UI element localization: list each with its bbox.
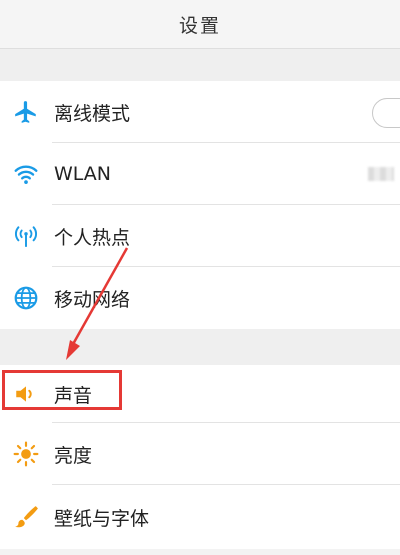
settings-item-label: 移动网络	[54, 288, 131, 311]
settings-item-airplane-mode[interactable]: 离线模式	[0, 81, 400, 143]
hotspot-icon	[0, 205, 52, 267]
settings-item-wlan[interactable]: WLAN	[0, 143, 400, 205]
settings-item-label: 壁纸与字体	[54, 507, 150, 530]
settings-item-brightness[interactable]: 亮度	[0, 423, 400, 485]
settings-item-wallpaper-font[interactable]: 壁纸与字体	[0, 485, 400, 549]
sun-icon	[0, 423, 52, 485]
brush-icon	[0, 485, 52, 549]
settings-item-hotspot[interactable]: 个人热点	[0, 205, 400, 267]
wlan-status-redacted	[368, 167, 394, 181]
wifi-icon	[0, 143, 52, 205]
page-title: 设置	[178, 14, 221, 37]
section-gap	[0, 329, 400, 365]
airplane-mode-toggle[interactable]	[372, 98, 400, 128]
settings-item-label: WLAN	[54, 163, 112, 185]
highlight-box-sound	[2, 370, 122, 410]
section-gap	[0, 49, 400, 81]
settings-item-label: 个人热点	[54, 226, 131, 249]
settings-item-label: 离线模式	[54, 102, 131, 125]
airplane-icon	[0, 81, 52, 143]
settings-item-mobile-network[interactable]: 移动网络	[0, 267, 400, 329]
settings-item-label: 亮度	[54, 444, 93, 467]
settings-group-network: 离线模式 WLAN 个人热点 移动网络	[0, 81, 400, 329]
globe-icon	[0, 267, 52, 329]
title-bar: 设置	[0, 0, 400, 49]
